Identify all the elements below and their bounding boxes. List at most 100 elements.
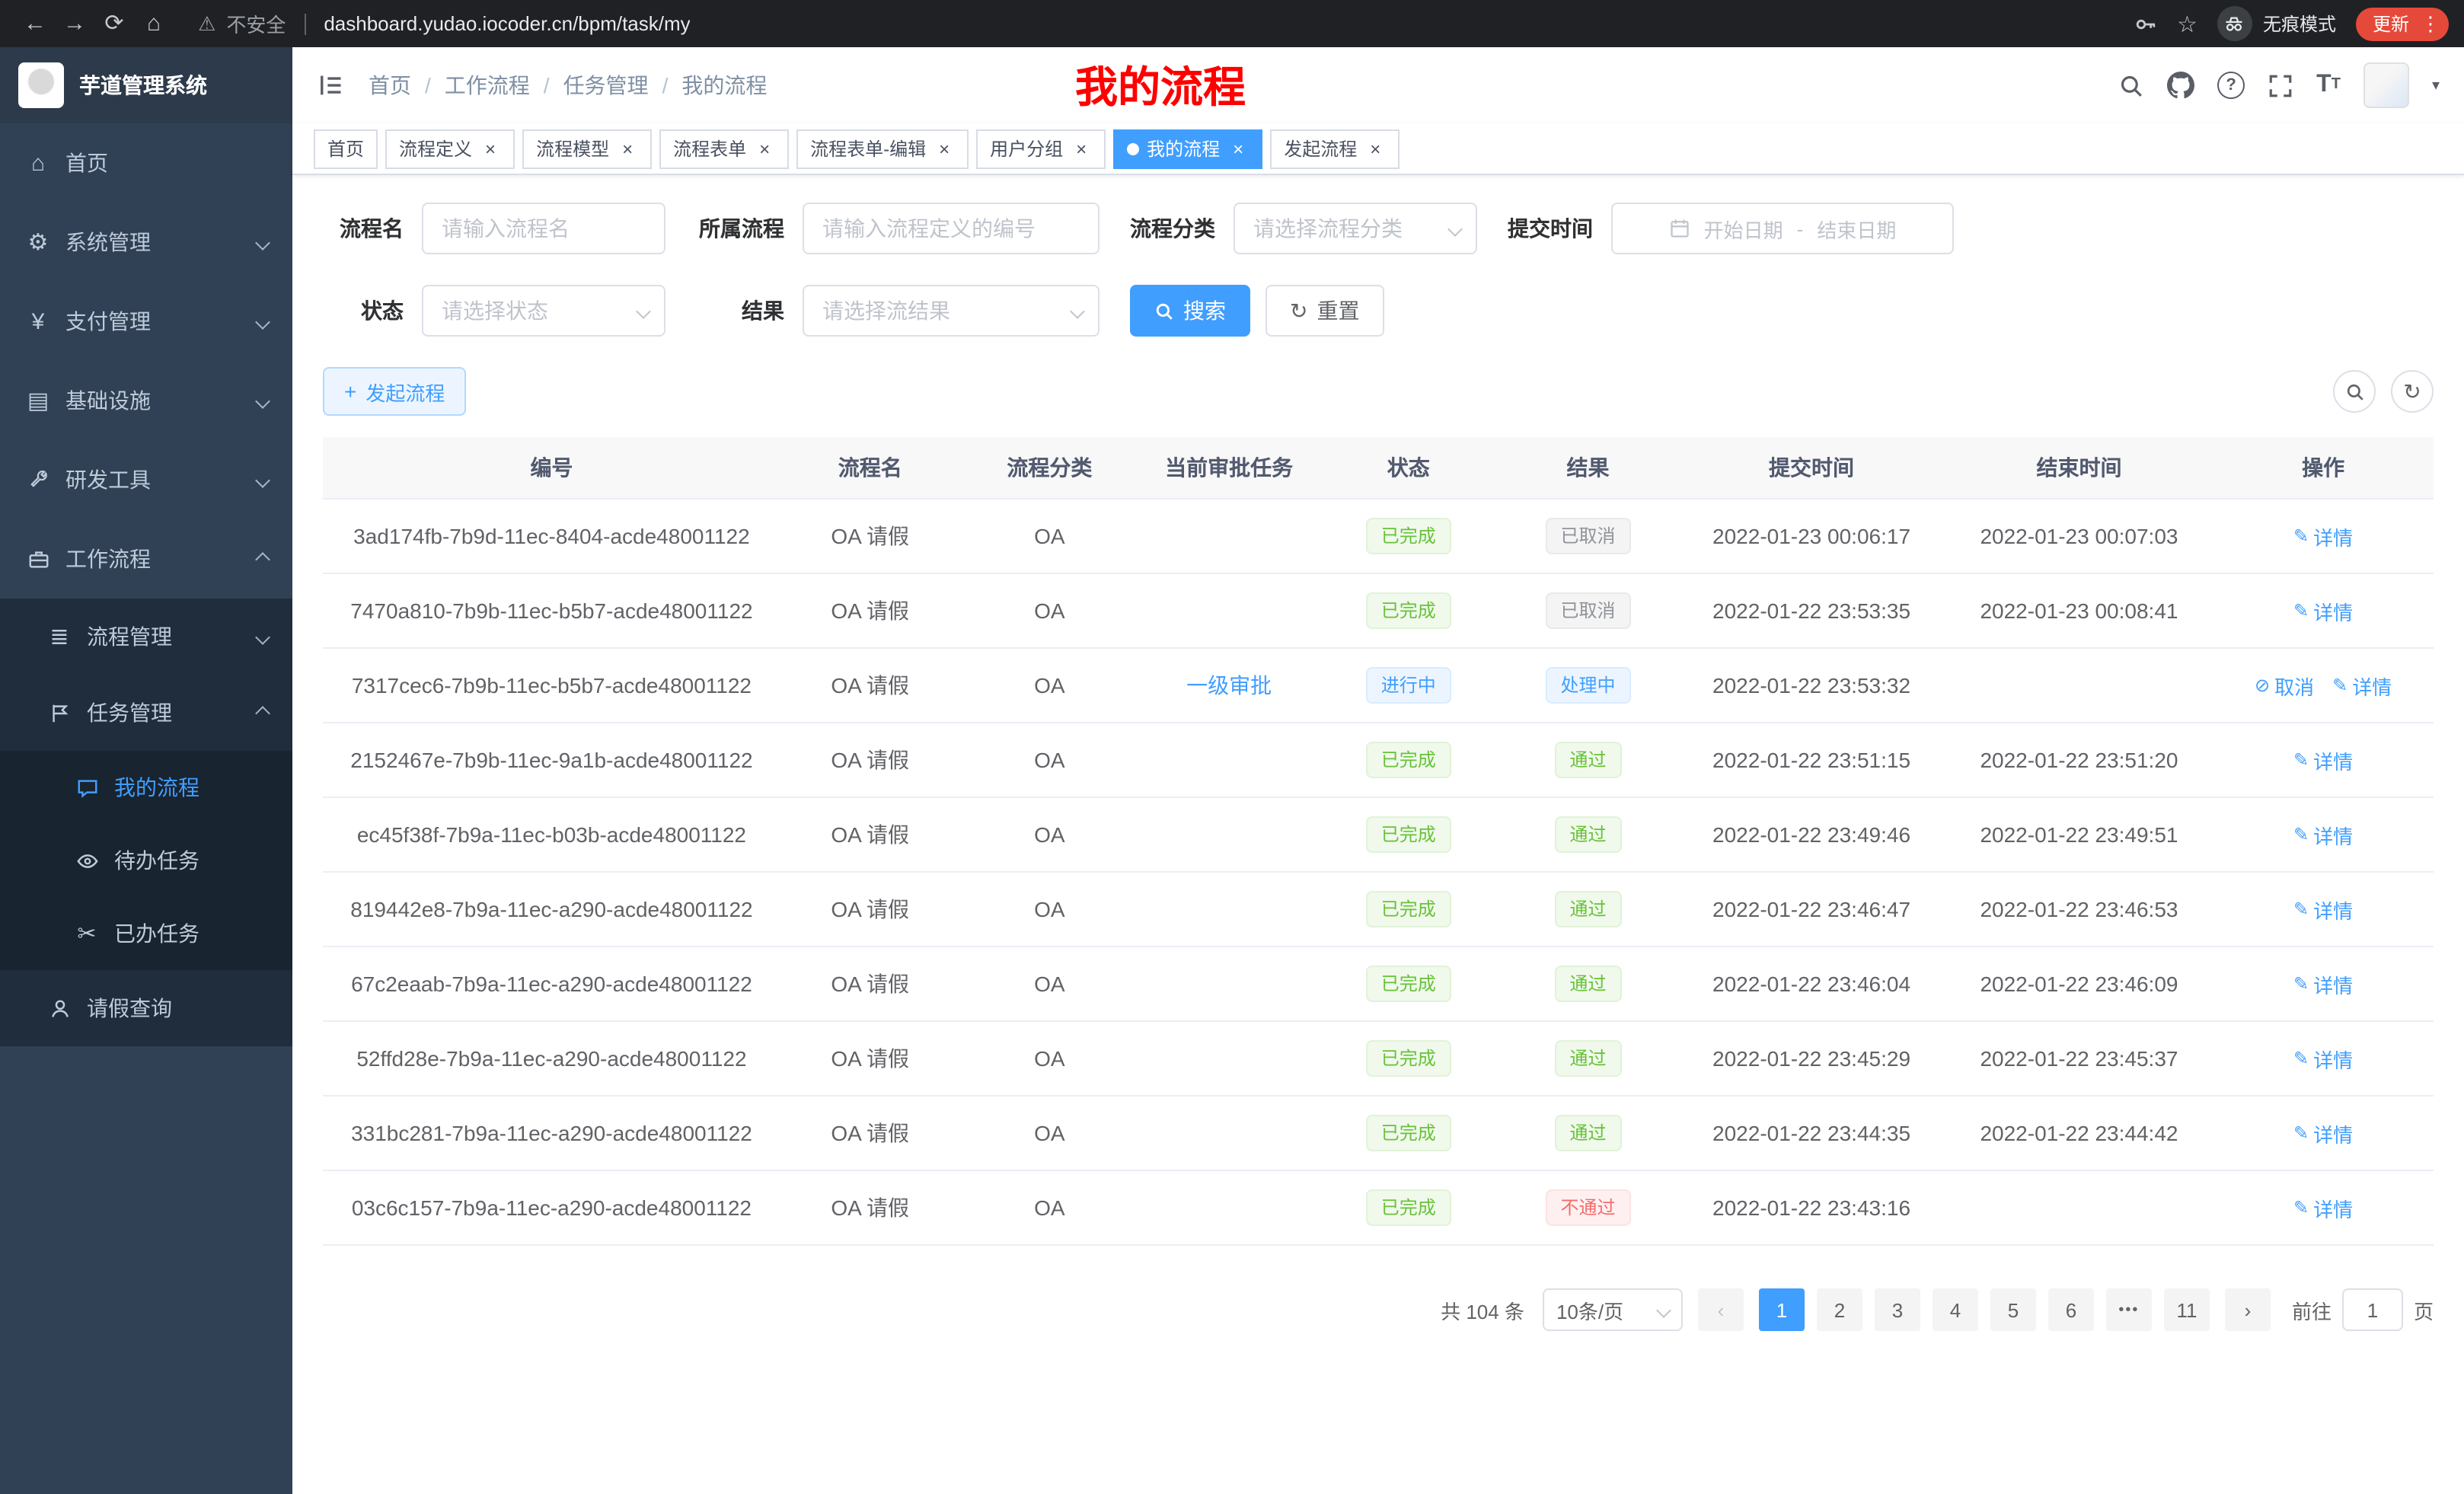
chevron-down-icon <box>255 472 270 487</box>
search-icon[interactable] <box>2118 72 2144 98</box>
detail-action-link[interactable]: ✎详情 <box>2293 596 2353 625</box>
breadcrumb-item[interactable]: 我的流程 <box>681 70 767 101</box>
detail-action-link[interactable]: ✎详情 <box>2293 1193 2353 1222</box>
cell-current-task <box>1139 947 1319 1021</box>
create-process-label: 发起流程 <box>365 377 445 406</box>
page-button-6[interactable]: 6 <box>2048 1288 2094 1331</box>
tab-user-group[interactable]: 用户分组× <box>976 129 1106 168</box>
detail-action-link[interactable]: ✎详情 <box>2293 1044 2353 1073</box>
detail-action-link[interactable]: ✎详情 <box>2293 745 2353 774</box>
close-tab-icon[interactable]: × <box>617 138 638 159</box>
sidebar-item-my-process[interactable]: 我的流程 <box>0 751 292 824</box>
tab-my-process[interactable]: 我的流程× <box>1113 129 1262 168</box>
tab-home[interactable]: 首页 <box>314 129 378 168</box>
page-ellipsis[interactable]: ••• <box>2106 1288 2152 1331</box>
cell-actions: ✎详情 <box>2213 723 2434 797</box>
kebab-menu-icon[interactable]: ⋮ <box>2420 11 2441 36</box>
tools-icon <box>24 468 52 491</box>
task-icon <box>46 701 73 724</box>
process-name-input[interactable] <box>422 203 665 254</box>
parent-process-label: 所属流程 <box>696 213 784 244</box>
tab-process-form[interactable]: 流程表单× <box>659 129 789 168</box>
cell-result: 通过 <box>1499 723 1678 797</box>
breadcrumb-item[interactable]: 首页 <box>369 70 411 101</box>
detail-action-link[interactable]: ✎详情 <box>2293 1119 2353 1148</box>
submit-time-range[interactable]: 开始日期 - 结束日期 <box>1611 203 1954 254</box>
parent-process-input[interactable] <box>803 203 1100 254</box>
detail-action-link[interactable]: ✎详情 <box>2293 969 2353 998</box>
sidebar-item-devtools[interactable]: 研发工具 <box>0 440 292 519</box>
detail-action-link[interactable]: ✎详情 <box>2332 671 2392 700</box>
detail-icon: ✎ <box>2293 1048 2309 1069</box>
breadcrumb-item[interactable]: 工作流程 <box>445 70 530 101</box>
tab-start-process[interactable]: 发起流程× <box>1270 129 1400 168</box>
page-button-3[interactable]: 3 <box>1875 1288 1920 1331</box>
close-tab-icon[interactable]: × <box>754 138 775 159</box>
tab-process-form-edit[interactable]: 流程表单-编辑× <box>796 129 969 168</box>
sidebar-item-infrastructure[interactable]: ▤基础设施 <box>0 361 292 440</box>
detail-action-link[interactable]: ✎详情 <box>2293 522 2353 551</box>
github-icon[interactable] <box>2167 72 2194 99</box>
back-icon[interactable]: ← <box>15 12 55 35</box>
page-button-2[interactable]: 2 <box>1817 1288 1862 1331</box>
table-search-icon[interactable] <box>2333 370 2376 413</box>
forward-icon[interactable]: → <box>55 12 94 35</box>
reload-icon[interactable]: ⟳ <box>94 12 134 35</box>
sidebar-item-done-tasks[interactable]: ✂已办任务 <box>0 897 292 970</box>
close-tab-icon[interactable]: × <box>1364 138 1386 159</box>
chevron-up-icon <box>255 551 270 567</box>
current-task-link[interactable]: 一级审批 <box>1186 673 1272 698</box>
bookmark-star-icon[interactable]: ☆ <box>2177 10 2197 37</box>
tab-process-model[interactable]: 流程模型× <box>522 129 652 168</box>
status-select[interactable]: 请选择状态 <box>422 285 665 337</box>
eye-icon <box>73 849 101 872</box>
update-button[interactable]: 更新 ⋮ <box>2356 7 2449 40</box>
sidebar-item-leave-query[interactable]: 请假查询 <box>0 970 292 1046</box>
close-tab-icon[interactable]: × <box>480 138 501 159</box>
detail-action-link[interactable]: ✎详情 <box>2293 895 2353 924</box>
sidebar-item-label: 任务管理 <box>87 698 172 728</box>
key-icon[interactable] <box>2133 11 2157 36</box>
table-refresh-icon[interactable]: ↻ <box>2391 370 2434 413</box>
page-button-5[interactable]: 5 <box>1990 1288 2036 1331</box>
next-page-button[interactable]: › <box>2225 1288 2271 1331</box>
start-date-placeholder: 开始日期 <box>1704 214 1783 243</box>
create-process-button[interactable]: + 发起流程 <box>323 367 466 416</box>
sidebar-item-task-mgmt[interactable]: 任务管理 <box>0 675 292 751</box>
avatar-caret-icon[interactable]: ▾ <box>2432 77 2440 94</box>
detail-action-link[interactable]: ✎详情 <box>2293 820 2353 849</box>
help-icon[interactable]: ? <box>2217 72 2245 99</box>
page-button-1[interactable]: 1 <box>1759 1288 1805 1331</box>
page-jumper: 前往 页 <box>2292 1288 2434 1331</box>
incognito-badge[interactable]: 无痕模式 <box>2217 6 2336 41</box>
sidebar-item-label: 首页 <box>65 148 108 178</box>
close-tab-icon[interactable]: × <box>934 138 955 159</box>
close-tab-icon[interactable]: × <box>1071 138 1092 159</box>
sidebar-item-process-mgmt[interactable]: ≣流程管理 <box>0 599 292 675</box>
page-button-11[interactable]: 11 <box>2164 1288 2210 1331</box>
prev-page-button[interactable]: ‹ <box>1698 1288 1744 1331</box>
sidebar-item-home[interactable]: ⌂首页 <box>0 123 292 203</box>
tab-process-definition[interactable]: 流程定义× <box>385 129 515 168</box>
font-size-icon[interactable]: TT <box>2316 73 2341 97</box>
jump-page-input[interactable] <box>2342 1288 2403 1331</box>
result-tag: 通过 <box>1554 742 1621 778</box>
user-avatar[interactable] <box>2363 62 2409 108</box>
reset-button[interactable]: ↻ 重置 <box>1266 285 1384 337</box>
breadcrumb-item[interactable]: 任务管理 <box>563 70 649 101</box>
address-bar[interactable]: ⚠ 不安全 dashboard.yudao.iocoder.cn/bpm/tas… <box>198 9 2108 38</box>
category-select[interactable]: 请选择流程分类 <box>1234 203 1477 254</box>
collapse-sidebar-icon[interactable] <box>317 72 344 99</box>
fullscreen-icon[interactable] <box>2268 72 2293 98</box>
page-button-4[interactable]: 4 <box>1933 1288 1978 1331</box>
close-tab-icon[interactable]: × <box>1227 138 1249 159</box>
cancel-action-link[interactable]: ⊘取消 <box>2255 671 2314 700</box>
home-nav-icon[interactable]: ⌂ <box>134 12 174 35</box>
page-size-select[interactable]: 10条/页 <box>1543 1288 1683 1331</box>
sidebar-item-workflow[interactable]: 工作流程 <box>0 519 292 599</box>
sidebar-item-payment[interactable]: ¥支付管理 <box>0 282 292 361</box>
sidebar-item-todo-tasks[interactable]: 待办任务 <box>0 824 292 897</box>
result-select[interactable]: 请选择流结果 <box>803 285 1100 337</box>
search-button[interactable]: 搜索 <box>1130 285 1250 337</box>
sidebar-item-system[interactable]: ⚙系统管理 <box>0 203 292 282</box>
